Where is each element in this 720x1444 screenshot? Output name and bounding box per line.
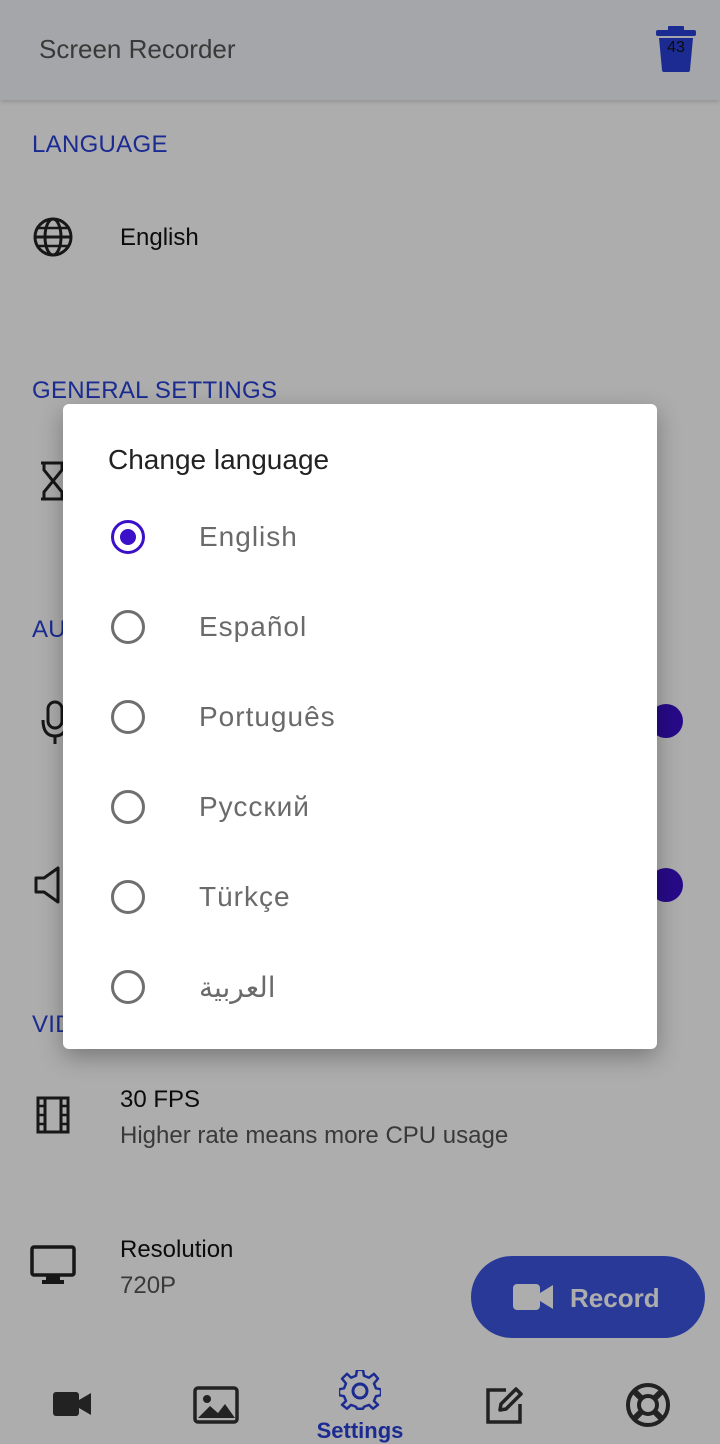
option-label: العربية xyxy=(199,972,276,1003)
change-language-dialog: Change language English Español Portuguê… xyxy=(63,404,657,1049)
radio-button[interactable] xyxy=(111,610,145,644)
language-option-spanish[interactable]: Español xyxy=(63,584,657,674)
language-option-english[interactable]: English xyxy=(63,494,657,584)
option-label: Русский xyxy=(199,791,310,822)
radio-button[interactable] xyxy=(111,520,145,554)
radio-button[interactable] xyxy=(111,700,145,734)
radio-button[interactable] xyxy=(111,880,145,914)
option-label: Português xyxy=(199,701,336,732)
dialog-title: Change language xyxy=(108,444,330,475)
language-option-russian[interactable]: Русский xyxy=(63,764,657,854)
radio-button[interactable] xyxy=(111,790,145,824)
option-label: English xyxy=(199,521,298,552)
language-option-portuguese[interactable]: Português xyxy=(63,674,657,764)
option-label: Español xyxy=(199,611,308,642)
language-option-arabic[interactable]: العربية xyxy=(63,944,657,1034)
language-option-turkish[interactable]: Türkçe xyxy=(63,854,657,944)
option-label: Türkçe xyxy=(199,881,291,912)
radio-button[interactable] xyxy=(111,970,145,1004)
